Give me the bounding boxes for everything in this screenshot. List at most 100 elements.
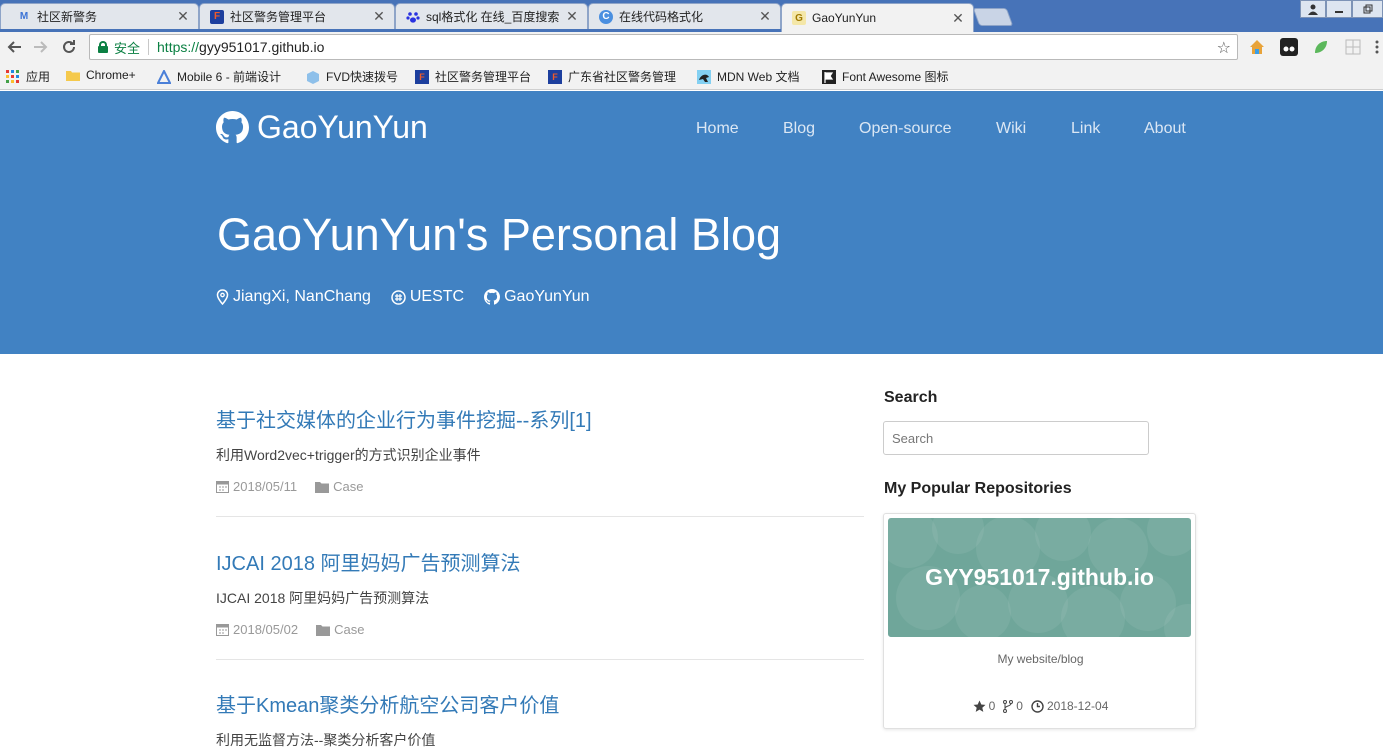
nav-home[interactable]: Home: [696, 120, 739, 138]
leaf-extension-icon[interactable]: [1312, 38, 1330, 56]
repo-desc: My website/blog: [997, 652, 1084, 666]
post-category-text: Case: [334, 622, 365, 637]
tab-title: 社区警务管理平台: [230, 10, 327, 24]
bookmark-font-awesome[interactable]: Font Awesome 图标: [822, 68, 949, 85]
restore-icon[interactable]: [1352, 0, 1383, 18]
close-icon[interactable]: ✕: [370, 8, 388, 25]
post-category[interactable]: Case: [316, 622, 364, 637]
bookmark-fvd[interactable]: FVD快速拨号: [306, 68, 398, 85]
code-format-icon: C: [599, 9, 613, 24]
grid-extension-icon[interactable]: [1344, 38, 1362, 56]
browser-tab[interactable]: F 社区警务管理平台 ✕: [199, 3, 395, 29]
bookmark-apps[interactable]: 应用: [6, 68, 50, 85]
repo-banner[interactable]: GYY951017.github.io: [888, 518, 1191, 637]
repo-forks-count: 0: [1016, 699, 1023, 713]
new-tab-button[interactable]: [972, 8, 1014, 26]
bookmark-chrome-plus[interactable]: Chrome+: [66, 68, 136, 82]
github-icon: [216, 111, 249, 144]
browser-tab[interactable]: sql格式化 在线_百度搜索 ✕: [395, 3, 588, 29]
menu-icon[interactable]: [1374, 38, 1380, 56]
secure-label: 安全: [114, 40, 141, 56]
apps-grid-icon: [6, 69, 20, 84]
minimize-icon[interactable]: [1326, 0, 1352, 18]
calendar-icon: [216, 624, 229, 636]
post-divider: [216, 516, 864, 517]
home-extension-icon[interactable]: [1248, 38, 1266, 56]
school-meta: UESTC: [391, 288, 464, 306]
bookmark-mdn[interactable]: MDN Web 文档: [697, 68, 799, 85]
site-brand[interactable]: GaoYunYun: [216, 109, 428, 146]
github-meta[interactable]: GaoYunYun: [484, 288, 590, 306]
site-favicon-icon: G: [792, 11, 806, 25]
post-date: 2018/05/02: [216, 622, 298, 637]
author-meta: JiangXi, NanChang UESTC GaoYunYun: [216, 288, 610, 306]
close-icon[interactable]: ✕: [756, 8, 774, 25]
post-item: 基于Kmean聚类分析航空公司客户价值 利用无监督方法--聚类分析客户价值: [216, 689, 864, 750]
brand-name: GaoYunYun: [257, 109, 428, 145]
reload-icon[interactable]: [59, 37, 79, 57]
post-title[interactable]: IJCAI 2018 阿里妈妈广告预测算法: [216, 547, 864, 576]
tampermonkey-extension-icon[interactable]: [1280, 38, 1298, 56]
nav-open-source[interactable]: Open-source: [859, 120, 952, 138]
folder-icon: [316, 624, 331, 636]
bookmark-mobile6[interactable]: Mobile 6 - 前端设计: [157, 68, 281, 85]
forward-icon[interactable]: [31, 37, 51, 57]
browser-tab[interactable]: M 社区新警务 ✕: [0, 3, 199, 29]
repo-stats: 0 0 2018-12-04: [884, 699, 1197, 713]
bookmarks-bar: 应用 Chrome+ Mobile 6 - 前端设计 FVD快速拨号 F 社区警…: [0, 62, 1383, 90]
post-item: IJCAI 2018 阿里妈妈广告预测算法 IJCAI 2018 阿里妈妈广告预…: [216, 547, 864, 637]
browser-toolbar: 安全 https://gyy951017.github.io ☆: [0, 32, 1383, 62]
post-title[interactable]: 基于Kmean聚类分析航空公司客户价值: [216, 689, 864, 718]
university-icon: [391, 289, 406, 305]
close-icon[interactable]: ✕: [949, 10, 967, 27]
flag-icon: [822, 69, 836, 84]
close-icon[interactable]: ✕: [174, 8, 192, 25]
bookmark-label: FVD快速拨号: [326, 70, 399, 84]
post-desc: 利用Word2vec+trigger的方式识别企业事件: [216, 447, 481, 463]
clock-icon: [1031, 699, 1044, 713]
speed-dial-icon: [306, 70, 320, 84]
post-desc: 利用无监督方法--聚类分析客户价值: [216, 732, 436, 748]
nav-link[interactable]: Link: [1071, 120, 1100, 138]
divider: [148, 39, 150, 55]
fork-icon: [1003, 699, 1014, 713]
tab-title: sql格式化 在线_百度搜索: [426, 10, 560, 24]
back-icon[interactable]: [4, 37, 24, 57]
post-category[interactable]: Case: [315, 479, 363, 494]
location-text: JiangXi, NanChang: [233, 288, 371, 305]
location-meta: JiangXi, NanChang: [216, 288, 371, 306]
bookmark-label: Mobile 6 - 前端设计: [177, 70, 282, 84]
baidu-paw-icon: [406, 10, 420, 24]
close-icon[interactable]: ✕: [563, 8, 581, 25]
gmail-m-icon: M: [19, 11, 29, 22]
browser-tab-active[interactable]: G GaoYunYun ✕: [781, 3, 974, 32]
bookmark-community-police[interactable]: F 社区警务管理平台: [415, 68, 531, 85]
profile-icon[interactable]: [1300, 0, 1326, 18]
post-item: 基于社交媒体的企业行为事件挖掘--系列[1] 利用Word2vec+trigge…: [216, 404, 864, 494]
repo-stars-count: 0: [988, 699, 996, 713]
star-icon: [973, 700, 986, 712]
map-marker-icon: [216, 289, 229, 305]
search-input[interactable]: [883, 421, 1149, 455]
repo-card[interactable]: GYY951017.github.io My website/blog 0 0 …: [883, 513, 1196, 729]
folder-icon: [315, 481, 330, 493]
bookmark-star-icon[interactable]: ☆: [1217, 38, 1231, 58]
repo-updated-date: 2018-12-04: [1046, 699, 1109, 713]
bookmark-label: 社区警务管理平台: [435, 70, 532, 84]
app-f-icon: F: [548, 69, 562, 84]
address-bar[interactable]: 安全 https://gyy951017.github.io ☆: [89, 34, 1238, 60]
bookmark-label: 应用: [26, 70, 51, 84]
browser-tab[interactable]: C 在线代码格式化 ✕: [588, 3, 781, 29]
bookmark-guangdong-police[interactable]: F 广东省社区警务管理: [548, 68, 676, 85]
bookmark-label: 广东省社区警务管理: [568, 70, 677, 84]
calendar-icon: [216, 481, 229, 493]
nav-blog[interactable]: Blog: [783, 120, 815, 138]
post-title[interactable]: 基于社交媒体的企业行为事件挖掘--系列[1]: [216, 404, 864, 433]
post-category-text: Case: [333, 479, 364, 494]
hero-header: GaoYunYun Home Blog Open-source Wiki Lin…: [0, 91, 1383, 354]
github-icon: [484, 289, 501, 305]
search-heading: Search: [884, 389, 938, 406]
nav-wiki[interactable]: Wiki: [996, 120, 1026, 138]
post-divider: [216, 659, 864, 660]
nav-about[interactable]: About: [1144, 120, 1186, 138]
